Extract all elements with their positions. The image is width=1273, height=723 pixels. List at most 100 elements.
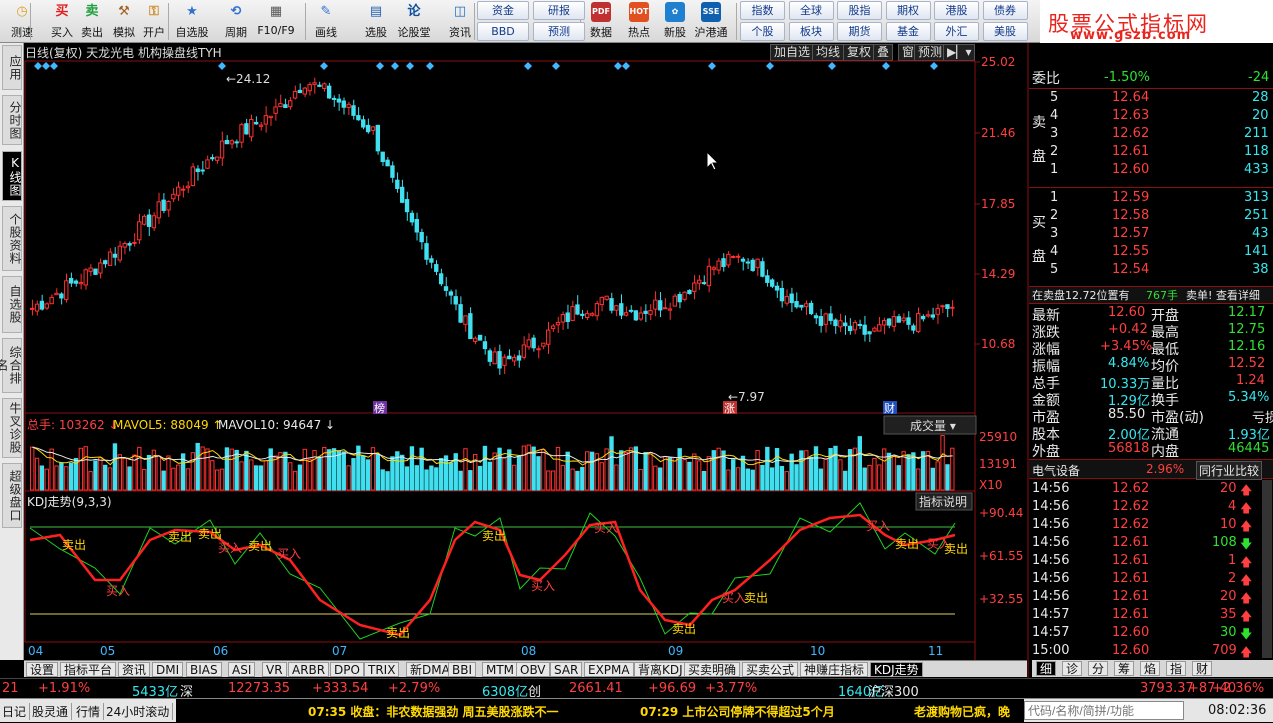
- indicator-tab[interactable]: 新DMA: [406, 662, 454, 677]
- candle-body: [857, 323, 863, 326]
- kline-chart-area[interactable]: 25.0221.4617.8514.2910.68←24.12←7.97榜涨财总…: [0, 0, 1273, 722]
- sell-volume: 211: [1244, 126, 1269, 141]
- status-tab[interactable]: 行情: [76, 703, 105, 720]
- index-status-item: +1.91%: [38, 681, 91, 696]
- right-panel-tab[interactable]: 诊: [1062, 661, 1083, 676]
- candle-body: [482, 341, 488, 350]
- orderbook-divider: [1029, 88, 1273, 89]
- candle-body: [132, 241, 137, 244]
- right-panel-tab[interactable]: 指: [1166, 661, 1187, 676]
- candle-body: [628, 309, 634, 312]
- kdj-title: KDJ走势(9,3,3): [27, 495, 112, 509]
- stat-value: 1.24: [1236, 373, 1265, 388]
- indicator-tab[interactable]: 背离KDJ: [634, 662, 687, 677]
- indicator-tab[interactable]: BBI: [448, 662, 477, 677]
- volume-bar: [176, 464, 181, 491]
- tick-time: 14:56: [1032, 481, 1070, 496]
- candle-body: [653, 299, 658, 310]
- candle-body: [161, 199, 166, 211]
- month-axis-label: 05: [100, 644, 115, 658]
- indicator-tab[interactable]: SAR: [550, 662, 583, 677]
- volume-bar: [414, 465, 419, 491]
- candle-body: [292, 90, 298, 99]
- candle-body: [205, 159, 210, 169]
- tick-scrollbar[interactable]: [1262, 480, 1272, 658]
- indicator-tab[interactable]: TRIX: [364, 662, 400, 677]
- candle-body: [755, 258, 760, 269]
- indicator-tab[interactable]: 资讯: [118, 662, 151, 677]
- volume-bar: [745, 468, 751, 491]
- indicator-tab[interactable]: 买卖公式: [742, 662, 799, 677]
- right-panel-tab[interactable]: 细: [1036, 661, 1057, 676]
- volume-bar: [779, 465, 785, 491]
- indicator-tab[interactable]: ASI: [228, 662, 256, 677]
- status-tab[interactable]: 股灵通: [32, 703, 73, 720]
- status-tab[interactable]: 日记: [2, 703, 31, 720]
- status-tab[interactable]: 24小时滚动: [106, 703, 174, 720]
- volume-bar: [623, 452, 629, 491]
- tick-volume: 10: [1220, 517, 1237, 532]
- kdj-help-label: 指标说明: [919, 494, 967, 509]
- tick-volume: 1: [1228, 553, 1237, 568]
- indicator-tab[interactable]: EXPMA: [584, 662, 634, 677]
- news-item[interactable]: 07:29 上市公司停牌不得超过5个月: [640, 703, 835, 720]
- candle-body: [667, 308, 673, 311]
- indicator-tab[interactable]: VR: [262, 662, 287, 677]
- right-panel-tab[interactable]: 财: [1192, 661, 1213, 676]
- candle-body: [400, 186, 405, 203]
- candle-body: [692, 282, 697, 292]
- indicator-tab[interactable]: 指标平台: [60, 662, 117, 677]
- volume-bar: [54, 465, 59, 491]
- indicator-tab[interactable]: DPO: [330, 662, 364, 677]
- candle-body: [122, 243, 127, 248]
- volume-bar: [609, 436, 614, 491]
- right-panel-tab[interactable]: 分: [1088, 661, 1109, 676]
- indicator-tab[interactable]: 设置: [26, 662, 59, 677]
- candle-body: [838, 320, 843, 328]
- indicator-tab[interactable]: 买卖明确: [684, 662, 741, 677]
- sell-price: 12.60: [1112, 162, 1150, 177]
- candle-body: [828, 313, 833, 321]
- indicator-tab[interactable]: KDJ走势: [870, 662, 923, 677]
- kdj-signal-tag: 买入: [218, 541, 242, 555]
- volume-bar: [375, 454, 381, 491]
- candle-body: [609, 298, 614, 311]
- stat-value: 46445: [1228, 441, 1270, 456]
- right-panel-tab[interactable]: 焰: [1140, 661, 1161, 676]
- candle-body: [463, 315, 468, 325]
- kdj-signal-tag: 买入: [866, 519, 890, 533]
- candle-body: [901, 317, 906, 322]
- right-panel-tab[interactable]: 筹: [1114, 661, 1135, 676]
- sell-price: 12.64: [1112, 90, 1150, 105]
- volume-bar: [78, 447, 84, 491]
- tick-volume: 2: [1228, 571, 1237, 586]
- sector-compare-button[interactable]: 同行业比较: [1196, 461, 1263, 480]
- indicator-tab[interactable]: 神赚庄指标: [800, 662, 869, 677]
- candle-body: [127, 243, 132, 246]
- news-item[interactable]: 老渡购物已疯，晚: [914, 703, 1010, 720]
- news-item[interactable]: 07:35 收盘：非农数据强劲 周五美股涨跌不一: [308, 703, 559, 720]
- code-search-input[interactable]: [1024, 701, 1184, 720]
- candle-body: [73, 280, 79, 284]
- candle-body: [492, 351, 497, 365]
- index-status-item: +333.54: [312, 681, 369, 696]
- volume-bar: [307, 458, 312, 491]
- indicator-tab[interactable]: BIAS: [186, 662, 222, 677]
- index-status-bar: 21 +1.91% 5433亿深 12273.35 +333.54 +2.79% 6308亿…: [0, 678, 1273, 700]
- candle-body: [370, 126, 376, 131]
- candle-body: [852, 322, 858, 331]
- candle-body: [268, 115, 273, 119]
- volume-bar: [896, 465, 901, 491]
- indicator-tab[interactable]: MTM: [482, 662, 519, 677]
- indicator-tab[interactable]: OBV: [516, 662, 550, 677]
- volume-bar: [731, 459, 736, 491]
- kdj-signal-tag: 买入: [277, 547, 301, 561]
- volume-bar: [127, 466, 132, 491]
- indicator-tab[interactable]: DMI: [152, 662, 184, 677]
- volume-bar: [925, 451, 931, 491]
- index-status-item: 2661.41: [569, 681, 623, 696]
- volume-bar: [687, 461, 692, 491]
- indicator-tab[interactable]: ARBR: [288, 662, 330, 677]
- volume-bar: [326, 449, 332, 491]
- volume-bar: [249, 459, 254, 491]
